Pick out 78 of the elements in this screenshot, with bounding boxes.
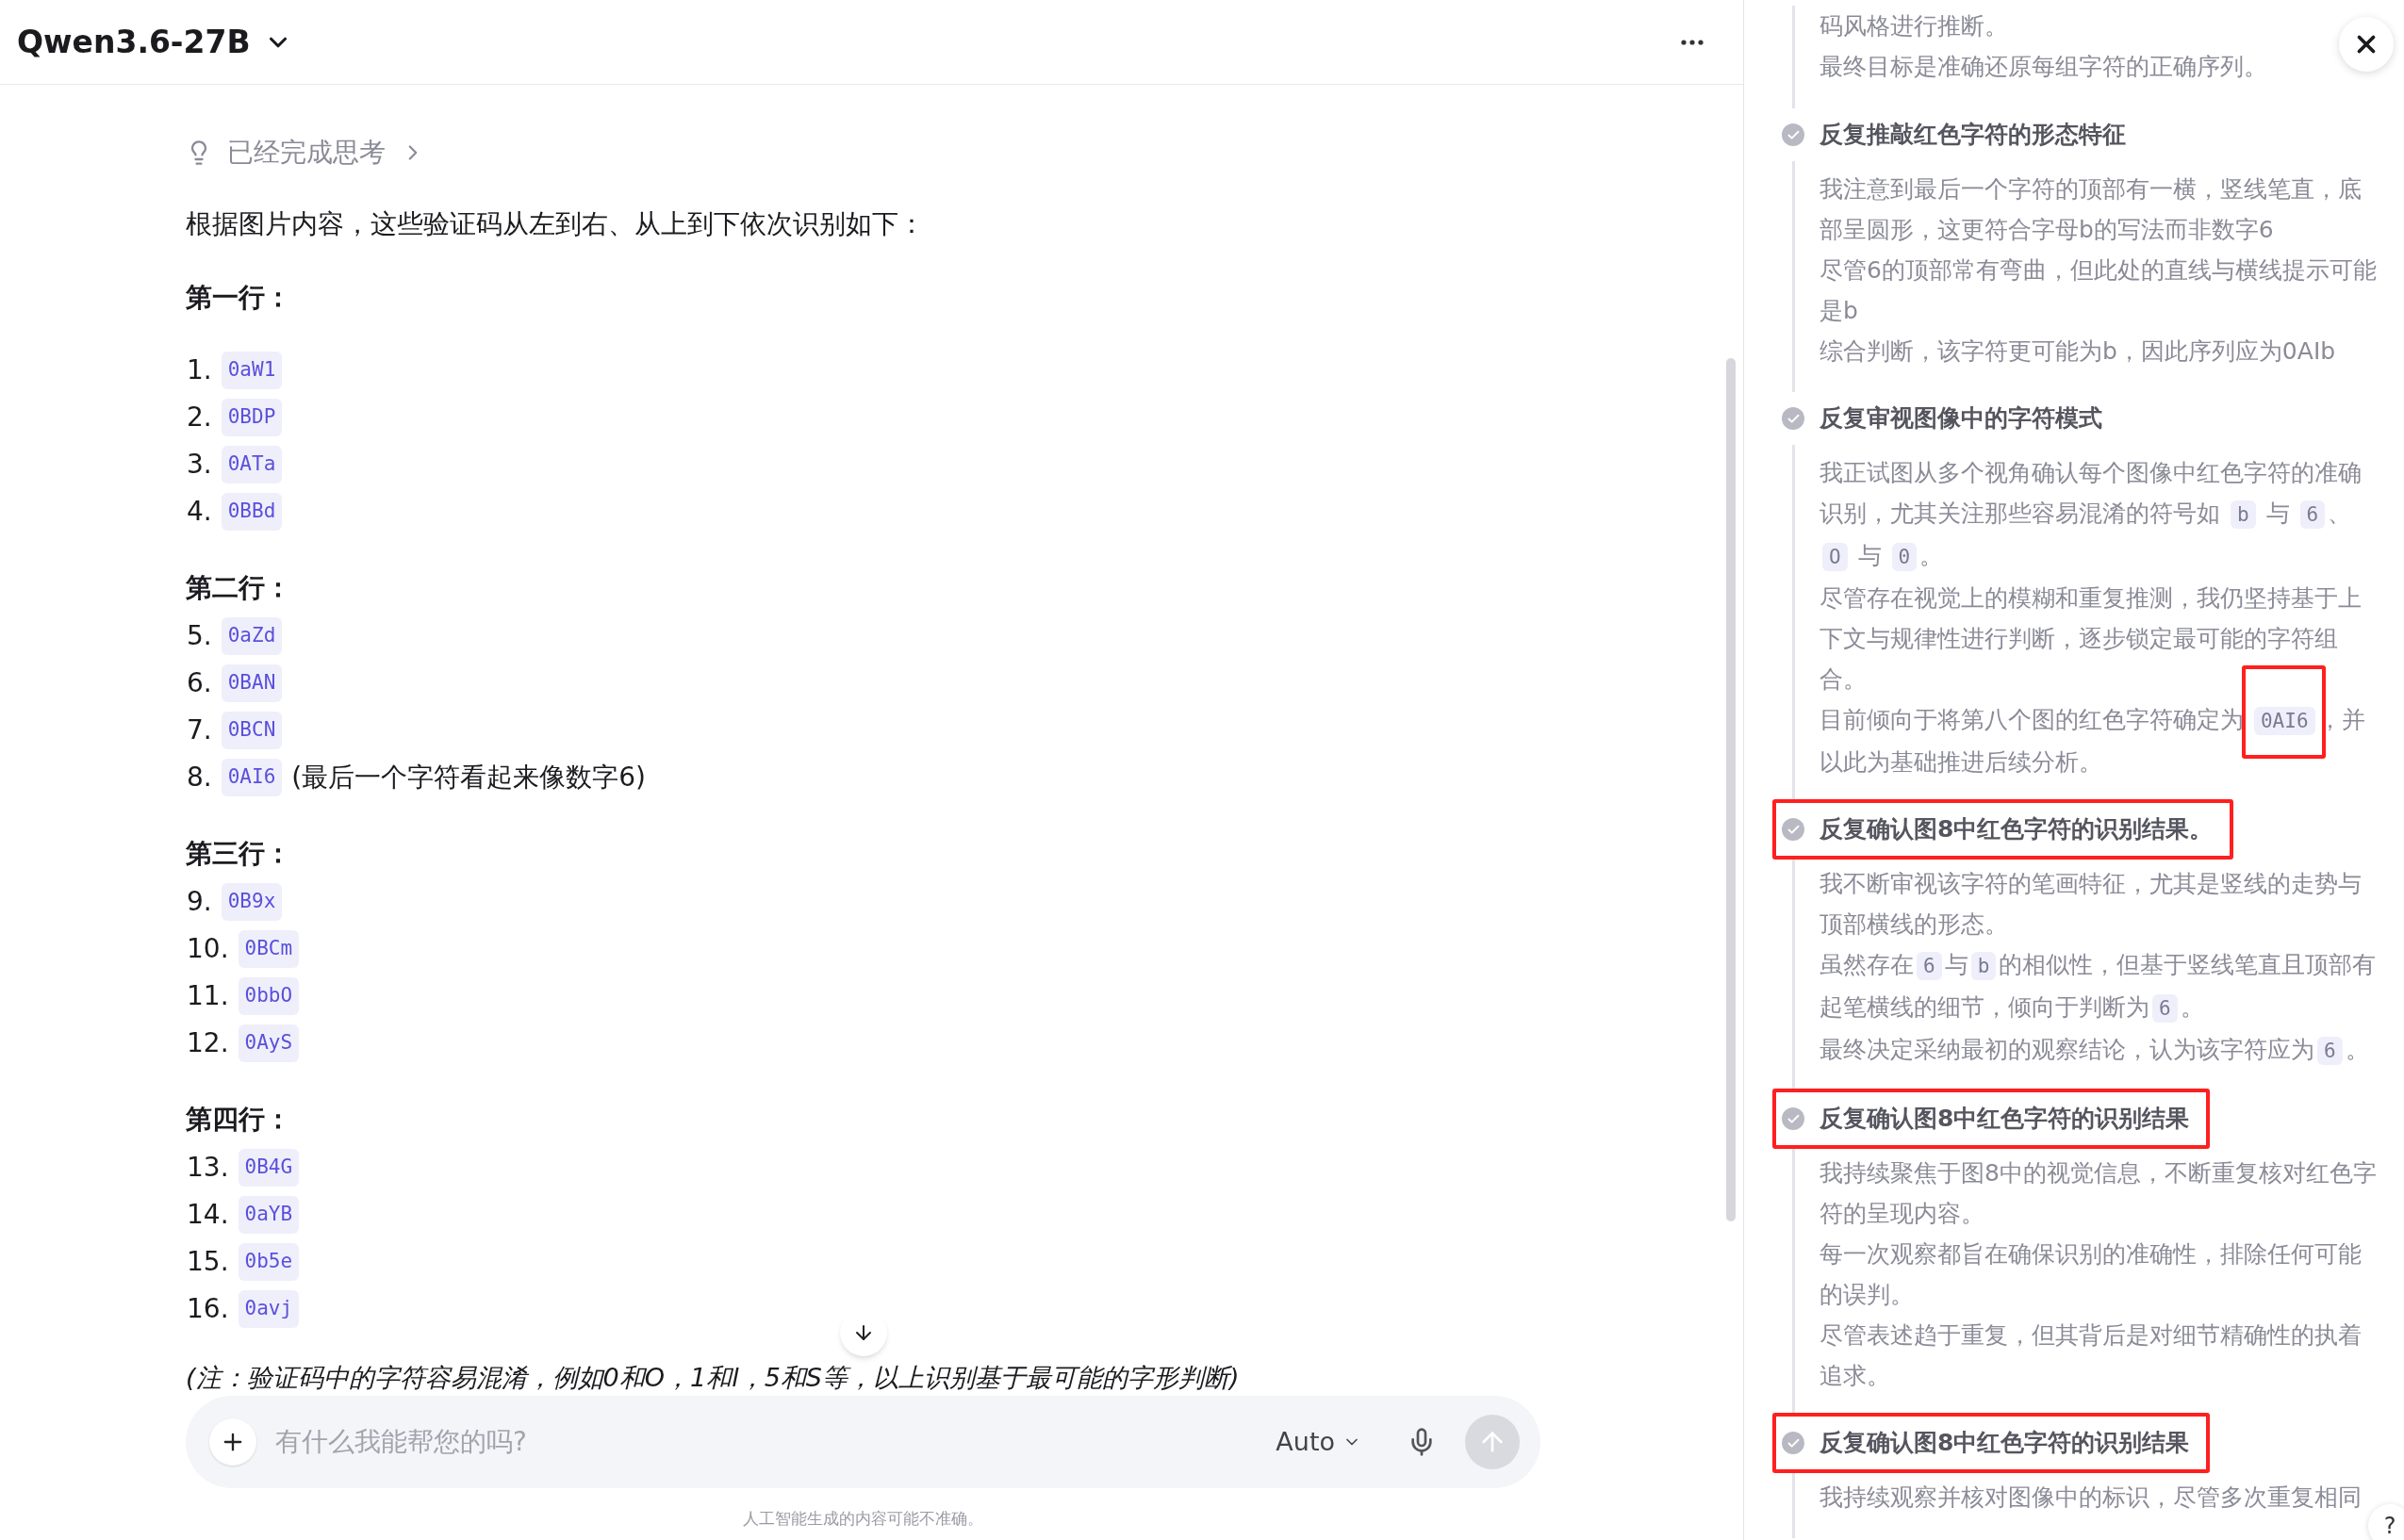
disclaimer-text: 人工智能生成的内容可能不准确。 — [743, 1507, 983, 1530]
step-title: 反复推敲红色字符的形态特征 — [1819, 120, 2126, 151]
list-number: 12. — [187, 1026, 229, 1060]
add-button[interactable] — [209, 1418, 256, 1466]
intro-text: 根据图片内容，这些验证码从左到右、从上到下依次识别如下： — [186, 207, 926, 241]
captcha-code: 0aZd — [221, 617, 283, 655]
captcha-code: 0ATa — [221, 446, 283, 483]
captcha-code: 0BAN — [221, 664, 283, 702]
list-number: 1. — [187, 353, 212, 387]
captcha-code: 0aYB — [238, 1196, 300, 1234]
thinking-paragraph: 虽然存在 6 与 b 的相似性，但基于竖线笔直且顶部有起笔横线的细节，倾向于判断为 6 。 — [1819, 950, 2378, 1024]
list-number: 7. — [187, 713, 212, 747]
captcha-code: 0b5e — [238, 1243, 300, 1281]
scroll-down-button[interactable] — [840, 1309, 887, 1356]
section-heading: 第一行： — [186, 281, 292, 315]
thinking-paragraph: 我持续观察并核对图像中的标识，尽管多次重复相同 — [1819, 1483, 2363, 1513]
note-text: (注：验证码中的字符容易混淆，例如0和O，1和l，5和S等，以上识别基于最可能的字形判断) — [186, 1362, 1240, 1394]
captcha-code: 0BDP — [221, 399, 283, 436]
inline-code: 6 — [2152, 994, 2178, 1023]
captcha-code: 0aW1 — [221, 352, 283, 389]
list-number: 13. — [187, 1151, 229, 1185]
inline-code: b — [2230, 500, 2256, 529]
captcha-code: 0avj — [238, 1290, 300, 1328]
list-number: 5. — [187, 619, 212, 653]
step-title: 反复审视图像中的字符模式 — [1819, 403, 2102, 434]
list-number: 6. — [187, 666, 212, 700]
step-title: 反复确认图8中红色字符的识别结果 — [1819, 1104, 2190, 1135]
mode-dropdown[interactable]: Auto — [1276, 1422, 1361, 1462]
thinking-paragraph: 尽管6的顶部常有弯曲，但此处的直线与横线提示可能是b — [1819, 255, 2378, 326]
inline-code: 6 — [2317, 1037, 2343, 1065]
captcha-code: 0AI6 — [221, 759, 283, 796]
thinking-paragraph: 我持续聚焦于图8中的视觉信息，不断重复核对红色字符的呈现内容。 — [1819, 1158, 2378, 1229]
list-number: 15. — [187, 1245, 229, 1279]
inline-code: b — [1970, 952, 1997, 980]
list-number: 4. — [187, 495, 212, 529]
model-selector[interactable]: Qwen3.6-27B — [17, 18, 292, 66]
list-number: 11. — [187, 979, 229, 1013]
step-title: 反复确认图8中红色字符的识别结果 — [1819, 1428, 2190, 1459]
thinking-paragraph: 最终决定采纳最初的观察结论，认为该字符应为 6 。 — [1819, 1035, 2370, 1067]
thinking-paragraph: 最终目标是准确还原每组字符的正确序列。 — [1819, 52, 2267, 82]
thinking-paragraph: 目前倾向于将第八个图的红色字符确定为 0AI6 ，并以此为基础推进后续分析。 — [1819, 699, 2378, 782]
inline-code: 6 — [2299, 500, 2326, 529]
captcha-code: 0B9x — [221, 883, 283, 921]
step-title: 反复确认图8中红色字符的识别结果。 — [1819, 814, 2214, 845]
thinking-paragraph: 我正试图从多个视角确认每个图像中红色字符的准确识别，尤其关注那些容易混淆的符号如 b 与 6 、 O 与 0 。 — [1819, 458, 2363, 573]
thinking-paragraph: 综合判断，该字符更可能为b，因此序列应为0AIb — [1819, 336, 2337, 367]
inline-code: 0 — [1891, 543, 1918, 571]
section-heading: 第四行： — [186, 1103, 292, 1137]
message-input-bar[interactable]: 有什么我能帮您的吗? Auto — [186, 1396, 1540, 1488]
captcha-code: 0bbO — [238, 977, 300, 1015]
list-number: 8. — [187, 761, 212, 795]
list-number: 9. — [187, 885, 212, 919]
captcha-code: 0BCm — [238, 930, 300, 968]
more-icon — [1681, 39, 1704, 45]
list-number: 10. — [187, 932, 229, 966]
thinking-paragraph: 码风格进行推断。 — [1819, 11, 2008, 41]
captcha-code: 0B4G — [238, 1149, 300, 1187]
help-button[interactable]: ? — [2368, 1504, 2404, 1540]
list-number: 14. — [187, 1198, 229, 1232]
thinking-paragraph: 尽管表述趋于重复，但其背后是对细节精确性的执着追求。 — [1819, 1320, 2363, 1391]
inline-code: O — [1822, 543, 1848, 571]
list-number: 2. — [187, 401, 212, 434]
close-button[interactable] — [2339, 17, 2394, 72]
thinking-paragraph: 我注意到最后一个字符的顶部有一横，竖线笔直，底部呈圆形，这更符合字母b的写法而非数字6 — [1819, 174, 2363, 245]
item-note: (最后一个字符看起来像数字6) — [291, 761, 646, 795]
captcha-code: 0BCN — [221, 712, 283, 749]
thinking-paragraph: 每一次观察都旨在确保识别的准确性，排除任何可能的误判。 — [1819, 1239, 2363, 1310]
inline-code: 0AI6 — [2253, 707, 2315, 735]
section-heading: 第二行： — [186, 571, 292, 605]
captcha-code: 0BBd — [221, 493, 283, 531]
captcha-code: 0AyS — [238, 1024, 300, 1062]
thinking-paragraph: 我不断审视该字符的笔画特征，尤其是竖线的走势与顶部横线的形态。 — [1819, 869, 2363, 940]
thinking-paragraph: 尽管存在视觉上的模糊和重复推测，我仍坚持基于上下文与规律性进行判断，逐步锁定最可能的字符组合。 — [1819, 583, 2363, 695]
list-number: 16. — [187, 1292, 229, 1326]
section-heading: 第三行： — [186, 837, 292, 871]
message-input[interactable]: 有什么我能帮您的吗? — [275, 1422, 1276, 1462]
list-number: 3. — [187, 448, 212, 482]
inline-code: 6 — [1917, 952, 1942, 980]
